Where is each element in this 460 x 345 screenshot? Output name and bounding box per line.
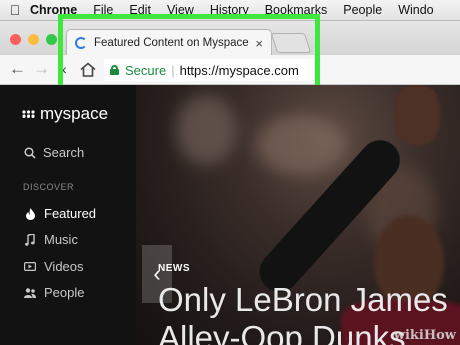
myspace-sidebar: myspace Search DISCOVER Featured Music V…	[0, 85, 136, 345]
apple-icon[interactable]: 	[0, 2, 30, 18]
people-icon	[24, 287, 36, 298]
featured-hero-image[interactable]: ‹ NEWS Only LeBron James Alley-Oop Dunks…	[136, 85, 460, 345]
sidebar-item-videos[interactable]: Videos	[24, 259, 84, 274]
player-hand	[394, 85, 440, 145]
sidebar-item-label: People	[44, 285, 85, 300]
menu-people[interactable]: People	[343, 3, 382, 17]
sidebar-item-label: Featured	[44, 206, 97, 221]
forward-arrow-icon[interactable]: →	[33, 59, 50, 79]
discover-heading: DISCOVER	[23, 182, 75, 192]
sidebar-item-label: Music	[44, 232, 78, 247]
sidebar-item-featured[interactable]: Featured	[24, 206, 96, 221]
headline-line-1: Only LeBron James	[158, 281, 448, 318]
myspace-logo[interactable]: myspace	[22, 104, 108, 124]
close-window-button[interactable]	[10, 34, 21, 45]
search-icon	[24, 146, 36, 159]
sidebar-item-people[interactable]: People	[24, 285, 84, 300]
flame-icon	[24, 207, 36, 220]
menu-window[interactable]: Windo	[398, 3, 433, 17]
minimize-window-button[interactable]	[28, 34, 39, 45]
back-arrow-icon[interactable]: ←	[9, 59, 26, 79]
wikihow-watermark: wikiHow	[393, 328, 456, 343]
myspace-people-icon	[22, 110, 35, 118]
sidebar-search[interactable]: Search	[24, 145, 84, 160]
maximize-window-button[interactable]	[46, 34, 57, 45]
news-category: NEWS	[158, 263, 190, 274]
highlight-frame	[58, 14, 320, 90]
logo-text: myspace	[40, 104, 109, 123]
background-blur	[256, 115, 346, 175]
video-icon	[24, 262, 36, 271]
music-note-icon	[24, 233, 36, 246]
sidebar-item-label: Videos	[44, 259, 84, 274]
search-label: Search	[43, 145, 85, 160]
background-blur	[176, 95, 236, 165]
sidebar-item-music[interactable]: Music	[24, 232, 78, 247]
